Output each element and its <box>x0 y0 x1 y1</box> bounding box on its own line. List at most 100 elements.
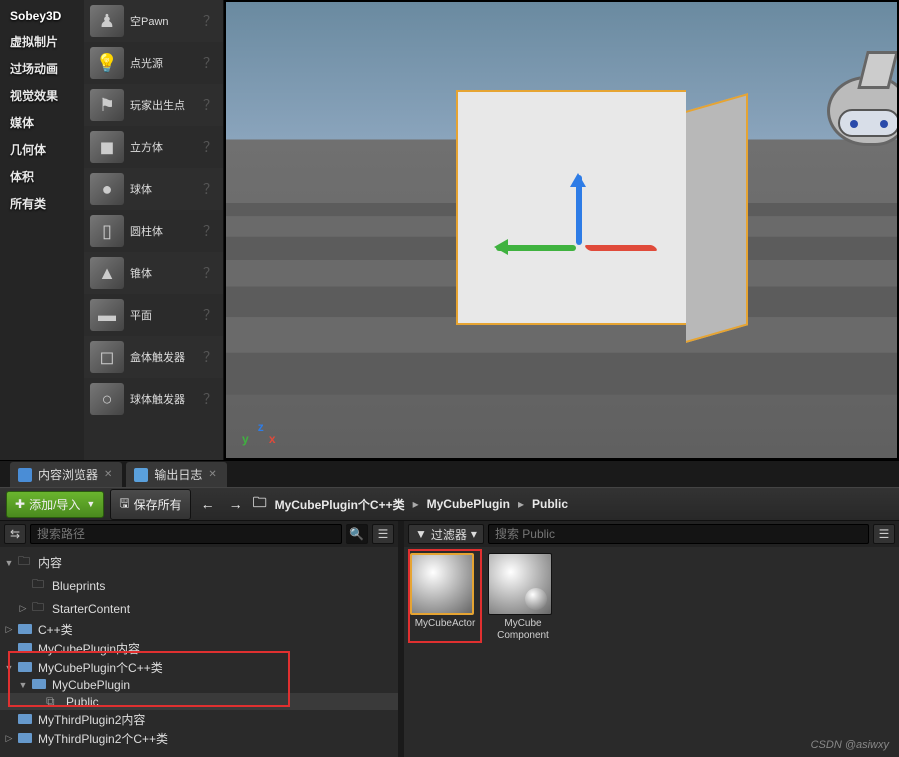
folder-icon: 🗀 <box>18 552 34 573</box>
tree-row[interactable]: MyThirdPlugin2内容 <box>0 710 398 729</box>
actor-thumb-icon: ◼ <box>90 131 124 163</box>
watermark-text: CSDN @asiwxy <box>811 739 889 751</box>
category-item[interactable]: 几何体 <box>0 136 84 163</box>
source-tree-panel: ▼ 🗀内容 🗀Blueprints▷ 🗀StarterContent▷ C++类… <box>0 547 398 757</box>
category-item[interactable]: 体积 <box>0 163 84 190</box>
path-search-input[interactable] <box>30 524 342 544</box>
place-actor-item[interactable]: ⚑ 玩家出生点 ？ <box>84 84 223 126</box>
place-actor-item[interactable]: ◼ 立方体 ？ <box>84 126 223 168</box>
help-icon[interactable]: ？ <box>203 179 217 199</box>
breadcrumb-item[interactable]: MyCubePlugin <box>427 497 510 511</box>
place-actor-item[interactable]: ♟ 空Pawn ？ <box>84 0 223 42</box>
folder-icon <box>18 732 34 746</box>
save-all-button[interactable]: 🖫 保存所有 <box>110 489 190 520</box>
tree-row[interactable]: 🗀Blueprints <box>0 574 398 597</box>
actor-thumb-icon: ⚑ <box>90 89 124 121</box>
tree-row[interactable]: ▼ 🗀内容 <box>0 551 398 574</box>
tree-row[interactable]: ▷ MyThirdPlugin2个C++类 <box>0 729 398 748</box>
asset-tile[interactable]: MyCubeActor <box>410 553 480 642</box>
close-icon[interactable]: ✕ <box>104 469 112 480</box>
expand-toggle-icon[interactable]: ▼ <box>4 558 14 568</box>
view-options-button[interactable]: ☰ <box>873 524 895 544</box>
expand-toggle-icon[interactable]: ▷ <box>4 624 14 635</box>
place-actor-item[interactable]: ● 球体 ？ <box>84 168 223 210</box>
tree-row[interactable]: ⧉ Public <box>0 693 398 710</box>
tree-label: Public <box>66 695 99 709</box>
gizmo-x-axis[interactable] <box>583 245 658 251</box>
place-actor-item[interactable]: 💡 点光源 ？ <box>84 42 223 84</box>
help-icon[interactable]: ？ <box>203 11 217 31</box>
nav-back-button[interactable]: ← <box>197 496 219 512</box>
tab-label: 内容浏览器 <box>38 466 98 483</box>
filters-button[interactable]: ▼ 过滤器 ▾ <box>408 524 484 544</box>
folder-icon: 🗀 <box>253 492 267 516</box>
help-icon[interactable]: ？ <box>203 347 217 367</box>
category-item[interactable]: 媒体 <box>0 109 84 136</box>
breadcrumb-item[interactable]: Public <box>532 497 568 511</box>
tree-label: Blueprints <box>52 579 105 593</box>
help-icon[interactable]: ？ <box>203 95 217 115</box>
help-icon[interactable]: ？ <box>203 389 217 409</box>
settings-button[interactable]: ☰ <box>372 524 394 544</box>
actor-thumb-icon: ● <box>90 173 124 205</box>
asset-search-input[interactable] <box>488 524 869 544</box>
help-icon[interactable]: ？ <box>203 305 217 325</box>
actor-thumb-icon: ○ <box>90 383 124 415</box>
asset-tile[interactable]: MyCube Component <box>488 553 558 642</box>
add-import-button[interactable]: ✚ 添加/导入 ▼ <box>6 491 104 518</box>
tree-row[interactable]: ▷ C++类 <box>0 620 398 639</box>
actor-label: 锥体 <box>130 265 197 281</box>
place-actor-item[interactable]: ○ 球体触发器 ？ <box>84 378 223 420</box>
actor-label: 平面 <box>130 307 197 323</box>
place-actor-item[interactable]: ▲ 锥体 ？ <box>84 252 223 294</box>
close-icon[interactable]: ✕ <box>208 469 216 480</box>
place-actor-item[interactable]: ▬ 平面 ？ <box>84 294 223 336</box>
expand-toggle-icon[interactable]: ▷ <box>18 603 28 614</box>
category-item[interactable]: Sobey3D <box>0 4 84 28</box>
breadcrumb-item[interactable]: MyCubePlugin个C++类 <box>275 496 405 513</box>
tree-row[interactable]: ▷ 🗀StarterContent <box>0 597 398 620</box>
level-viewport[interactable]: y z x <box>224 0 899 460</box>
expand-toggle-icon[interactable]: ▼ <box>4 663 14 673</box>
gizmo-z-axis[interactable] <box>576 175 582 245</box>
category-item[interactable]: 过场动画 <box>0 55 84 82</box>
sources-toggle-button[interactable]: ⇆ <box>4 524 26 544</box>
content-toolbar: ✚ 添加/导入 ▼ 🖫 保存所有 ← → 🗀 MyCubePlugin个C++类… <box>0 487 899 521</box>
chevron-right-icon: ▸ <box>413 497 419 511</box>
tree-row[interactable]: ▼ MyCubePlugin <box>0 677 398 693</box>
expand-toggle-icon[interactable]: ▼ <box>18 680 28 690</box>
actor-label: 空Pawn <box>130 13 197 29</box>
panel-tab[interactable]: 内容浏览器 ✕ <box>10 462 122 487</box>
actor-thumb-icon: ▲ <box>90 257 124 289</box>
panel-tab[interactable]: 输出日志 ✕ <box>126 462 226 487</box>
category-item[interactable]: 虚拟制片 <box>0 28 84 55</box>
gizmo-y-axis[interactable] <box>496 245 576 251</box>
code-folder-icon: ⧉ <box>46 694 62 709</box>
folder-icon <box>18 661 34 675</box>
help-icon[interactable]: ？ <box>203 221 217 241</box>
tab-icon <box>18 468 32 482</box>
tree-label: MyThirdPlugin2内容 <box>38 711 145 728</box>
place-actor-item[interactable]: ◻ 盒体触发器 ？ <box>84 336 223 378</box>
asset-grid-panel: MyCubeActor MyCube Component <box>398 547 899 757</box>
chevron-down-icon: ▼ <box>86 499 95 509</box>
folder-icon <box>32 678 48 692</box>
actor-label: 点光源 <box>130 55 197 71</box>
panel-tabs: 内容浏览器 ✕ 输出日志 ✕ <box>0 461 899 487</box>
actor-thumb-icon: ♟ <box>90 5 124 37</box>
plus-icon: ✚ <box>15 497 25 511</box>
help-icon[interactable]: ？ <box>203 263 217 283</box>
tree-row[interactable]: ▼ MyCubePlugin个C++类 <box>0 658 398 677</box>
help-icon[interactable]: ？ <box>203 137 217 157</box>
category-item[interactable]: 所有类 <box>0 190 84 217</box>
tree-label: MyThirdPlugin2个C++类 <box>38 730 168 747</box>
category-item[interactable]: 视觉效果 <box>0 82 84 109</box>
player-start-billboard[interactable] <box>827 76 899 146</box>
place-actor-item[interactable]: ▯ 圆柱体 ？ <box>84 210 223 252</box>
expand-toggle-icon[interactable]: ▷ <box>4 733 14 744</box>
help-icon[interactable]: ？ <box>203 53 217 73</box>
tree-row[interactable]: MyCubePlugin内容 <box>0 639 398 658</box>
nav-forward-button[interactable]: → <box>225 496 247 512</box>
selected-cube-actor[interactable] <box>456 90 756 350</box>
search-icon[interactable]: 🔍 <box>346 524 368 544</box>
